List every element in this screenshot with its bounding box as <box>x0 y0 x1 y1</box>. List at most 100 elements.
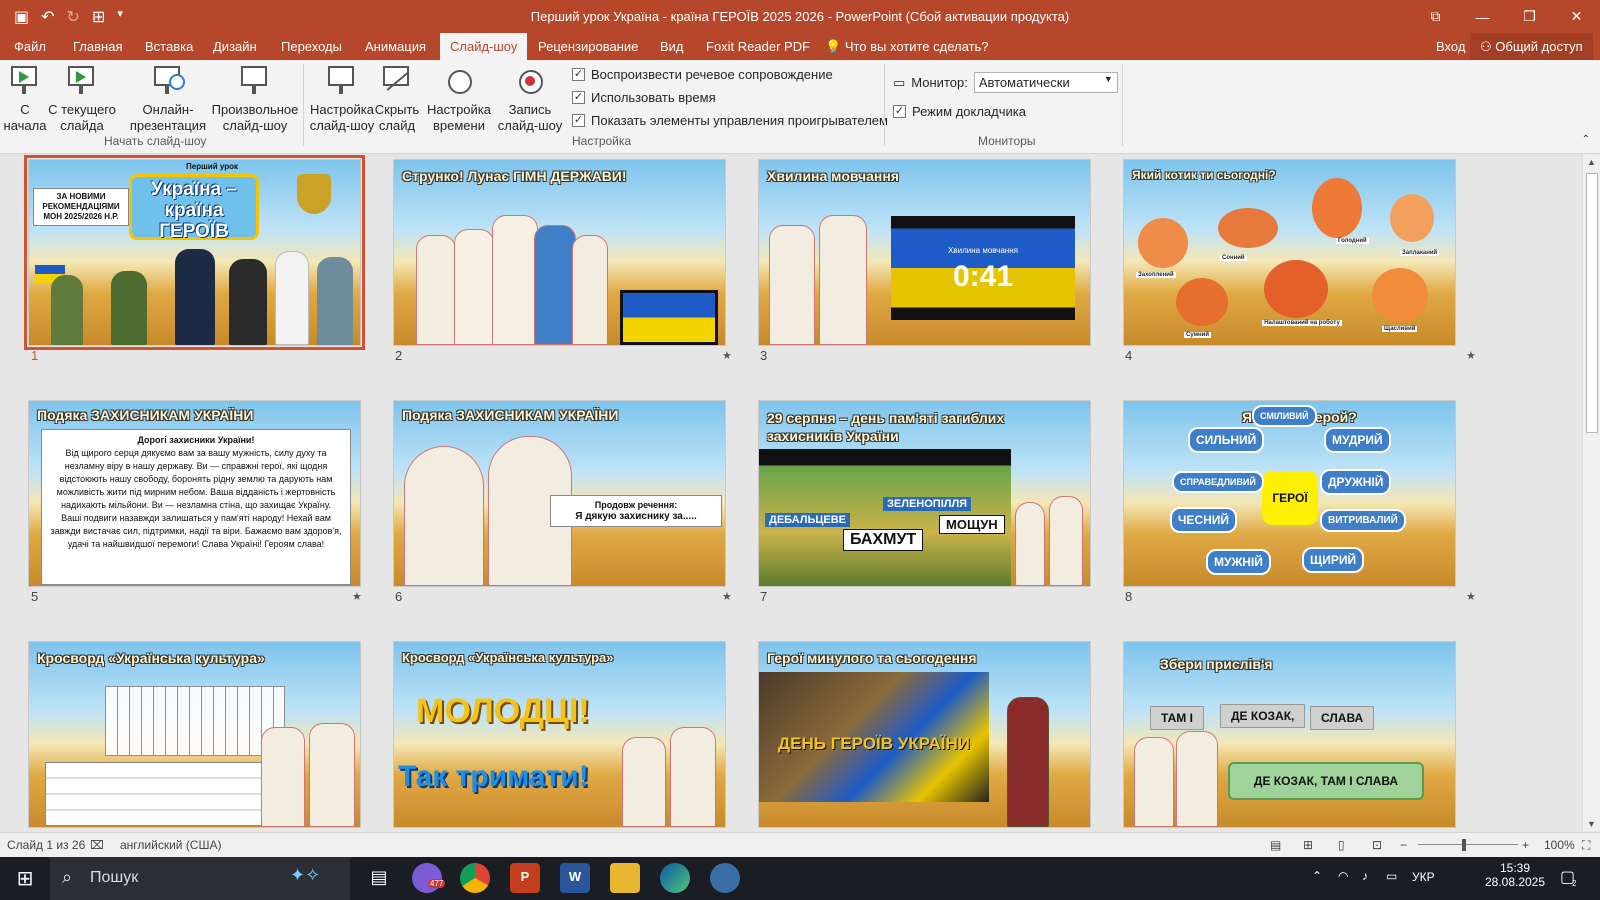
silence-video[interactable]: Хвилина мовчання 0:41 <box>891 216 1075 320</box>
spellcheck-icon[interactable]: ⌧ <box>90 838 104 852</box>
proverb-part[interactable]: ТАМ І <box>1150 706 1204 730</box>
zoom-slider-thumb[interactable] <box>1462 839 1466 851</box>
share-button[interactable]: ⚇ Общий доступ <box>1470 33 1593 60</box>
proverb-part[interactable]: СЛАВА <box>1310 706 1375 730</box>
group-start-label: Начать слайд-шоу <box>104 134 207 148</box>
slide-thumbnail-1[interactable]: Перший урок Україна – країна ГЕРОЇВ ЗА Н… <box>24 155 365 350</box>
slideshow-view-icon[interactable]: ⊡ <box>1372 838 1382 852</box>
normal-view-icon[interactable]: ▤ <box>1270 838 1281 852</box>
setup-slideshow-icon <box>325 64 359 98</box>
slide-thumbnail-12[interactable]: Збери прислів'я ТАМ І ДЕ КОЗАК, СЛАВА ДЕ… <box>1123 641 1456 828</box>
tab-design[interactable]: Дизайн <box>213 39 257 54</box>
slide-number: 9 <box>31 830 38 831</box>
checkmark-icon: ✓ <box>572 68 585 81</box>
zoom-out-icon[interactable]: − <box>1400 838 1407 852</box>
narration-checkbox[interactable]: ✓ Воспроизвести речевое сопровождение <box>572 67 833 82</box>
online-presentation-button[interactable]: Онлайн-презентация <box>128 64 208 134</box>
ribbon-display-icon[interactable]: ⧉ <box>1412 0 1459 33</box>
edge-icon[interactable] <box>660 863 690 893</box>
slide-sorter-icon[interactable]: ⊞ <box>1303 838 1313 852</box>
scroll-down-icon[interactable]: ▼ <box>1587 819 1596 829</box>
tab-slideshow[interactable]: Слайд-шоу <box>440 33 528 60</box>
slide-thumbnail-3[interactable]: Хвилина мовчання Хвилина мовчання 0:41 <box>758 159 1091 346</box>
volume-icon[interactable]: ♪ <box>1362 869 1368 883</box>
zoom-level[interactable]: 100% <box>1544 838 1575 852</box>
controls-checkbox[interactable]: ✓ Показать элементы управления проигрыват… <box>572 113 888 128</box>
close-icon[interactable]: ✕ <box>1553 0 1600 33</box>
zoom-in-icon[interactable]: + <box>1522 838 1529 852</box>
mood-label: Голодний <box>1336 238 1369 244</box>
battery-icon[interactable]: ▭ <box>1386 869 1397 883</box>
slide-thumbnail-11[interactable]: Герої минулого та сьогодення ДЕНЬ ГЕРОЇВ… <box>758 641 1091 828</box>
word-icon[interactable]: W <box>560 863 590 893</box>
timings-checkbox[interactable]: ✓ Использовать время <box>572 90 716 105</box>
tab-animation[interactable]: Анимация <box>365 39 426 54</box>
group-separator <box>884 64 885 146</box>
wifi-icon[interactable]: ◠ <box>1338 869 1348 883</box>
viber-icon[interactable] <box>412 863 442 893</box>
tell-me-box[interactable]: 💡 Что вы хотите сделать? <box>825 39 989 55</box>
reading-view-icon[interactable]: ▯ <box>1338 838 1345 852</box>
custom-slideshow-button[interactable]: Произвольное слайд-шоу <box>210 64 300 134</box>
slide-thumbnail-9[interactable]: Кросворд «Українська культура» <box>28 641 361 828</box>
rehearse-timings-button[interactable]: Настройка времени <box>426 64 492 134</box>
slide-thumbnail-6[interactable]: Подяка ЗАХИСНИКАМ УКРАЇНИ Продовж реченн… <box>393 400 726 587</box>
setup-slideshow-button[interactable]: Настройка слайд-шоу <box>308 64 376 134</box>
tab-foxit[interactable]: Foxit Reader PDF <box>706 39 810 54</box>
proverb-part[interactable]: ДЕ КОЗАК, <box>1220 704 1306 728</box>
slide-thumbnail-2[interactable]: Струнко! Лунає ГІМН ДЕРЖАВИ! <box>393 159 726 346</box>
paint-icon[interactable] <box>710 863 740 893</box>
from-current-button[interactable]: С текущего слайда <box>48 64 116 134</box>
slide-11-title: Герої минулого та сьогодення <box>767 650 977 666</box>
slide-5-title: Подяка ЗАХИСНИКАМ УКРАЇНИ <box>37 407 254 423</box>
tab-view[interactable]: Вид <box>660 39 684 54</box>
clock[interactable]: 15:39 28.08.2025 <box>1480 861 1550 889</box>
tab-review[interactable]: Рецензирование <box>538 39 638 54</box>
record-slideshow-button[interactable]: Запись слайд-шоу <box>494 64 566 134</box>
status-bar: Слайд 1 из 26 ⌧ английский (США) ▤ ⊞ ▯ ⊡… <box>0 832 1600 857</box>
from-start-button[interactable]: С начала <box>2 64 48 134</box>
crossword-grid <box>105 686 285 756</box>
collapse-ribbon-icon[interactable]: ⌃ <box>1582 134 1590 145</box>
chrome-icon[interactable] <box>460 863 490 893</box>
slide-thumbnail-7[interactable]: 29 серпня – день пам'яті загиблих захисн… <box>758 400 1091 587</box>
scrollbar-thumb[interactable] <box>1586 173 1598 433</box>
sign-in-link[interactable]: Вход <box>1436 39 1465 54</box>
windows-start-icon[interactable]: ⊞ <box>8 863 42 893</box>
hide-slide-button[interactable]: Скрыть слайд <box>374 64 420 134</box>
file-explorer-icon[interactable] <box>610 863 640 893</box>
tab-file[interactable]: Файл <box>14 39 46 54</box>
scroll-up-icon[interactable]: ▲ <box>1587 157 1596 167</box>
slide-thumbnail-4[interactable]: Який котик ти сьогодні? Сонний Голодний … <box>1123 159 1456 346</box>
task-view-icon[interactable]: ▤ <box>362 863 396 893</box>
figure-child <box>1176 731 1218 827</box>
language-indicator[interactable]: английский (США) <box>120 838 221 852</box>
tab-home[interactable]: Главная <box>73 39 122 54</box>
prompt-sentence: Я дякую захиснику за..... <box>575 511 697 522</box>
timings-label: Использовать время <box>591 90 716 105</box>
tab-transitions[interactable]: Переходы <box>281 39 342 54</box>
presenter-view-checkbox[interactable]: ✓ Режим докладчика <box>893 104 1026 119</box>
taskbar-search[interactable]: ⌕ Пошук ✦✧ <box>50 857 350 900</box>
slide-thumbnail-10[interactable]: Кросворд «Українська культура» МОЛОДЦІ! … <box>393 641 726 828</box>
online-label: Онлайн-презентация <box>129 102 207 133</box>
figure-child <box>1134 737 1174 827</box>
anthem-video[interactable] <box>620 290 718 345</box>
slide-thumbnail-8[interactable]: Який він, герой? ГЕРОЇ СМІЛИВИЙ СИЛЬНИЙ … <box>1123 400 1456 587</box>
chevron-up-icon[interactable]: ⌃ <box>1312 869 1322 883</box>
vertical-scrollbar[interactable]: ▲ ▼ <box>1582 155 1600 831</box>
heroes-video[interactable]: ДЕНЬ ГЕРОЇВ УКРАЇНИ <box>759 672 989 802</box>
maximize-icon[interactable]: ❐ <box>1506 0 1553 33</box>
slide-thumbnail-5[interactable]: Подяка ЗАХИСНИКАМ УКРАЇНИ Дорогі захисни… <box>28 400 361 587</box>
zoom-slider[interactable] <box>1418 844 1518 845</box>
powerpoint-icon[interactable]: P <box>510 863 540 893</box>
cat-sleepy <box>1218 208 1278 248</box>
input-language[interactable]: УКР <box>1412 870 1435 884</box>
fit-to-window-icon[interactable]: ⛶ <box>1582 838 1590 853</box>
monitor-dropdown[interactable]: Автоматически ▼ <box>973 72 1118 93</box>
tab-insert[interactable]: Вставка <box>145 39 193 54</box>
cat-ready <box>1264 260 1328 318</box>
minimize-icon[interactable]: — <box>1459 0 1506 33</box>
checkmark-icon: ✓ <box>572 91 585 104</box>
road-sign: ЗЕЛЕНОПІЛЛЯ <box>883 497 972 511</box>
